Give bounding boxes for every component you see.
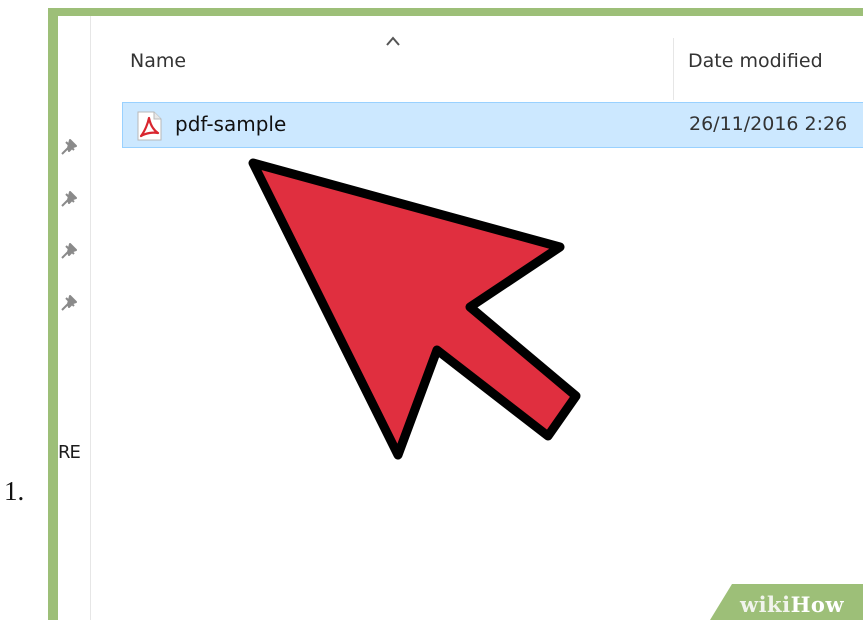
step-number: 1. — [4, 476, 25, 506]
nav-item-truncated-label[interactable]: RE — [58, 442, 81, 463]
file-row-selected[interactable]: pdf-sample 26/11/2016 2:26 — [122, 102, 863, 148]
file-name: pdf-sample — [175, 112, 287, 136]
pin-icon[interactable] — [58, 136, 80, 158]
pin-icon[interactable] — [58, 188, 80, 210]
column-divider[interactable] — [673, 38, 674, 100]
pin-icon[interactable] — [58, 240, 80, 262]
file-explorer-window: RE Name Date modified pdf-sample 26/11/2… — [58, 16, 863, 620]
pin-icon[interactable] — [58, 292, 80, 314]
column-header-date-modified[interactable]: Date modified — [688, 50, 823, 72]
file-date-modified: 26/11/2016 2:26 — [689, 113, 848, 135]
caret-up-icon — [385, 32, 401, 46]
column-header-name[interactable]: Name — [130, 50, 186, 72]
navigation-pane: RE — [58, 16, 91, 620]
pdf-file-icon — [135, 111, 163, 141]
